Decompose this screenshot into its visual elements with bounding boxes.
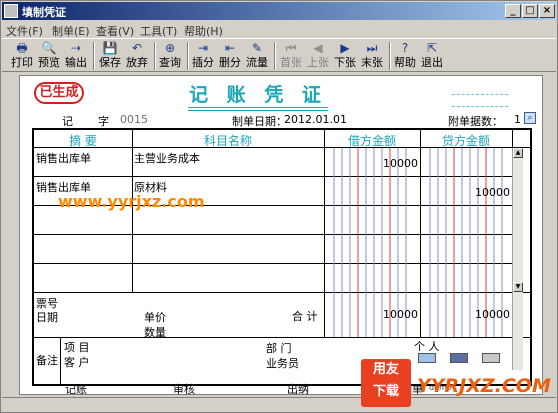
menu-help[interactable]: 帮助(H): [184, 23, 223, 39]
menu-file[interactable]: 文件(F): [6, 23, 43, 39]
project-label: 项 目: [64, 341, 90, 354]
help-button[interactable]: ? 帮助: [392, 41, 418, 71]
unit-price-label: 单价: [144, 311, 166, 324]
search-icon[interactable]: ⌕: [524, 112, 536, 124]
insert-row-icon: ⇥: [197, 41, 209, 55]
menu-voucher[interactable]: 制单(E): [52, 23, 90, 39]
export-icon: ⇢: [70, 41, 82, 55]
preview-button[interactable]: 🔍 预览: [36, 41, 62, 71]
voucher-form: 已生成 记 账 凭 证 记 字 0015 制单日期： 2012.01.01 附单…: [19, 75, 543, 395]
previous-record-icon: ◀: [313, 41, 323, 55]
voucher-type[interactable]: 记: [62, 113, 73, 129]
close-button[interactable]: ×: [539, 4, 555, 18]
last-record-button[interactable]: ⏭ 末张: [359, 41, 385, 71]
delete-entry-button[interactable]: ⇤ 删分: [217, 41, 243, 71]
watermark-logo: 用友 下载 YYRJXZ.COM: [361, 359, 557, 413]
attachments-count[interactable]: 1: [514, 113, 521, 126]
app-icon: [4, 4, 18, 18]
bookkeeper-label: 记账: [65, 383, 87, 396]
scroll-down-arrow[interactable]: ▼: [513, 282, 523, 292]
notes-label: 备注: [36, 354, 58, 367]
dotted-line: [452, 94, 508, 95]
entry-credit[interactable]: 10000: [420, 186, 510, 199]
window-title: 填制凭证: [22, 6, 66, 19]
entry-summary[interactable]: 销售出库单: [36, 150, 91, 166]
title-underline: [188, 110, 328, 111]
cashier-label: 出纳: [287, 383, 309, 396]
save-icon: 💾: [102, 41, 118, 55]
cash-flow-button[interactable]: ✎ 流量: [244, 41, 270, 71]
auditor-label: 审核: [173, 383, 195, 396]
discard-button[interactable]: ↶ 放弃: [124, 41, 150, 71]
exit-icon: ⇱: [426, 41, 438, 55]
entry-debit[interactable]: 10000: [324, 157, 418, 170]
bill-date-label: 日期: [36, 311, 58, 324]
department-label: 部 门: [266, 342, 292, 355]
exit-button[interactable]: ⇱ 退出: [419, 41, 445, 71]
customer-label: 客 户: [64, 356, 90, 369]
watermark-badge: 用友 下载: [361, 359, 411, 407]
first-record-icon: ⏮: [285, 41, 297, 55]
entry-scrollbar[interactable]: ▲ ▼: [512, 148, 523, 370]
export-button[interactable]: ⇢ 输出: [63, 41, 89, 71]
salesperson-label: 业务员: [266, 357, 299, 370]
total-label: 合 计: [292, 310, 318, 323]
menu-view[interactable]: 查看(V): [96, 23, 134, 39]
toolbar-separator: [187, 42, 189, 70]
next-record-button[interactable]: ▶ 下张: [332, 41, 358, 71]
status-stamp: 已生成: [34, 82, 84, 104]
date-label: 制单日期：: [232, 115, 287, 128]
insert-entry-button[interactable]: ⇥ 插分: [190, 41, 216, 71]
toolbar-separator: [93, 42, 95, 70]
delete-row-icon: ⇤: [224, 41, 236, 55]
menu-bar: 文件(F) 制单(E) 查看(V) 工具(T) 帮助(H): [2, 21, 556, 39]
voucher-title: 记 账 凭 证: [189, 84, 327, 106]
help-icon: ?: [401, 41, 409, 55]
undo-icon: ↶: [131, 41, 143, 55]
personal-label: 个 人: [414, 340, 440, 353]
voucher-number[interactable]: 0015: [120, 113, 148, 126]
flow-icon: ✎: [251, 41, 263, 55]
save-button[interactable]: 💾 保存: [97, 41, 123, 71]
toolbar-separator: [154, 42, 156, 70]
previous-record-button[interactable]: ◀ 上张: [305, 41, 331, 71]
total-debit: 10000: [383, 308, 418, 321]
voucher-word-label: 字: [98, 115, 109, 128]
entry-account[interactable]: 主营业务成本: [134, 150, 200, 166]
title-bar: 填制凭证 _ □ ×: [2, 2, 556, 20]
dotted-line: [452, 106, 508, 107]
watermark-site: www.yyrjxz.com: [58, 192, 205, 211]
total-credit: 10000: [475, 308, 510, 321]
menu-tools[interactable]: 工具(T): [140, 23, 177, 39]
printer-icon: 🖶: [16, 41, 28, 55]
quantity-label: 数量: [144, 326, 166, 339]
first-record-button[interactable]: ⏮ 首张: [278, 41, 304, 71]
voucher-entry-table: 摘 要 科目名称 借方金额 贷方金额 销售出库单 主营业务成本 10000 销售…: [32, 128, 532, 386]
entry-row[interactable]: [34, 235, 512, 263]
print-button[interactable]: 🖶 打印: [9, 41, 35, 71]
toolbar-separator: [389, 42, 391, 70]
title-underline: [188, 107, 328, 108]
entry-row[interactable]: [34, 264, 512, 292]
toolbar-separator: [274, 42, 276, 70]
preview-icon: 🔍: [41, 41, 57, 55]
attachments-label: 附单据数：: [448, 115, 503, 128]
voucher-window: 填制凭证 _ □ × 文件(F) 制单(E) 查看(V) 工具(T) 帮助(H)…: [0, 0, 558, 413]
minimize-button[interactable]: _: [505, 4, 521, 18]
next-record-icon: ▶: [340, 41, 350, 55]
toolbar: 🖶 打印 🔍 预览 ⇢ 输出 💾 保存 ↶ 放弃 ⊕ 查询 ⇥ 插分 ⇤ 删分 ✎ 流量 ⏮ 首张 …: [2, 38, 556, 72]
query-button[interactable]: ⊕ 查询: [157, 41, 183, 71]
voucher-date[interactable]: 2012.01.01: [284, 113, 347, 126]
last-record-icon: ⏭: [366, 41, 378, 55]
scroll-up-arrow[interactable]: ▲: [513, 148, 523, 158]
binoculars-icon: ⊕: [164, 41, 176, 55]
entry-row[interactable]: 销售出库单 主营业务成本 10000: [34, 148, 512, 176]
watermark-site-text: YYRJXZ.COM: [417, 375, 551, 397]
maximize-button[interactable]: □: [522, 4, 538, 18]
